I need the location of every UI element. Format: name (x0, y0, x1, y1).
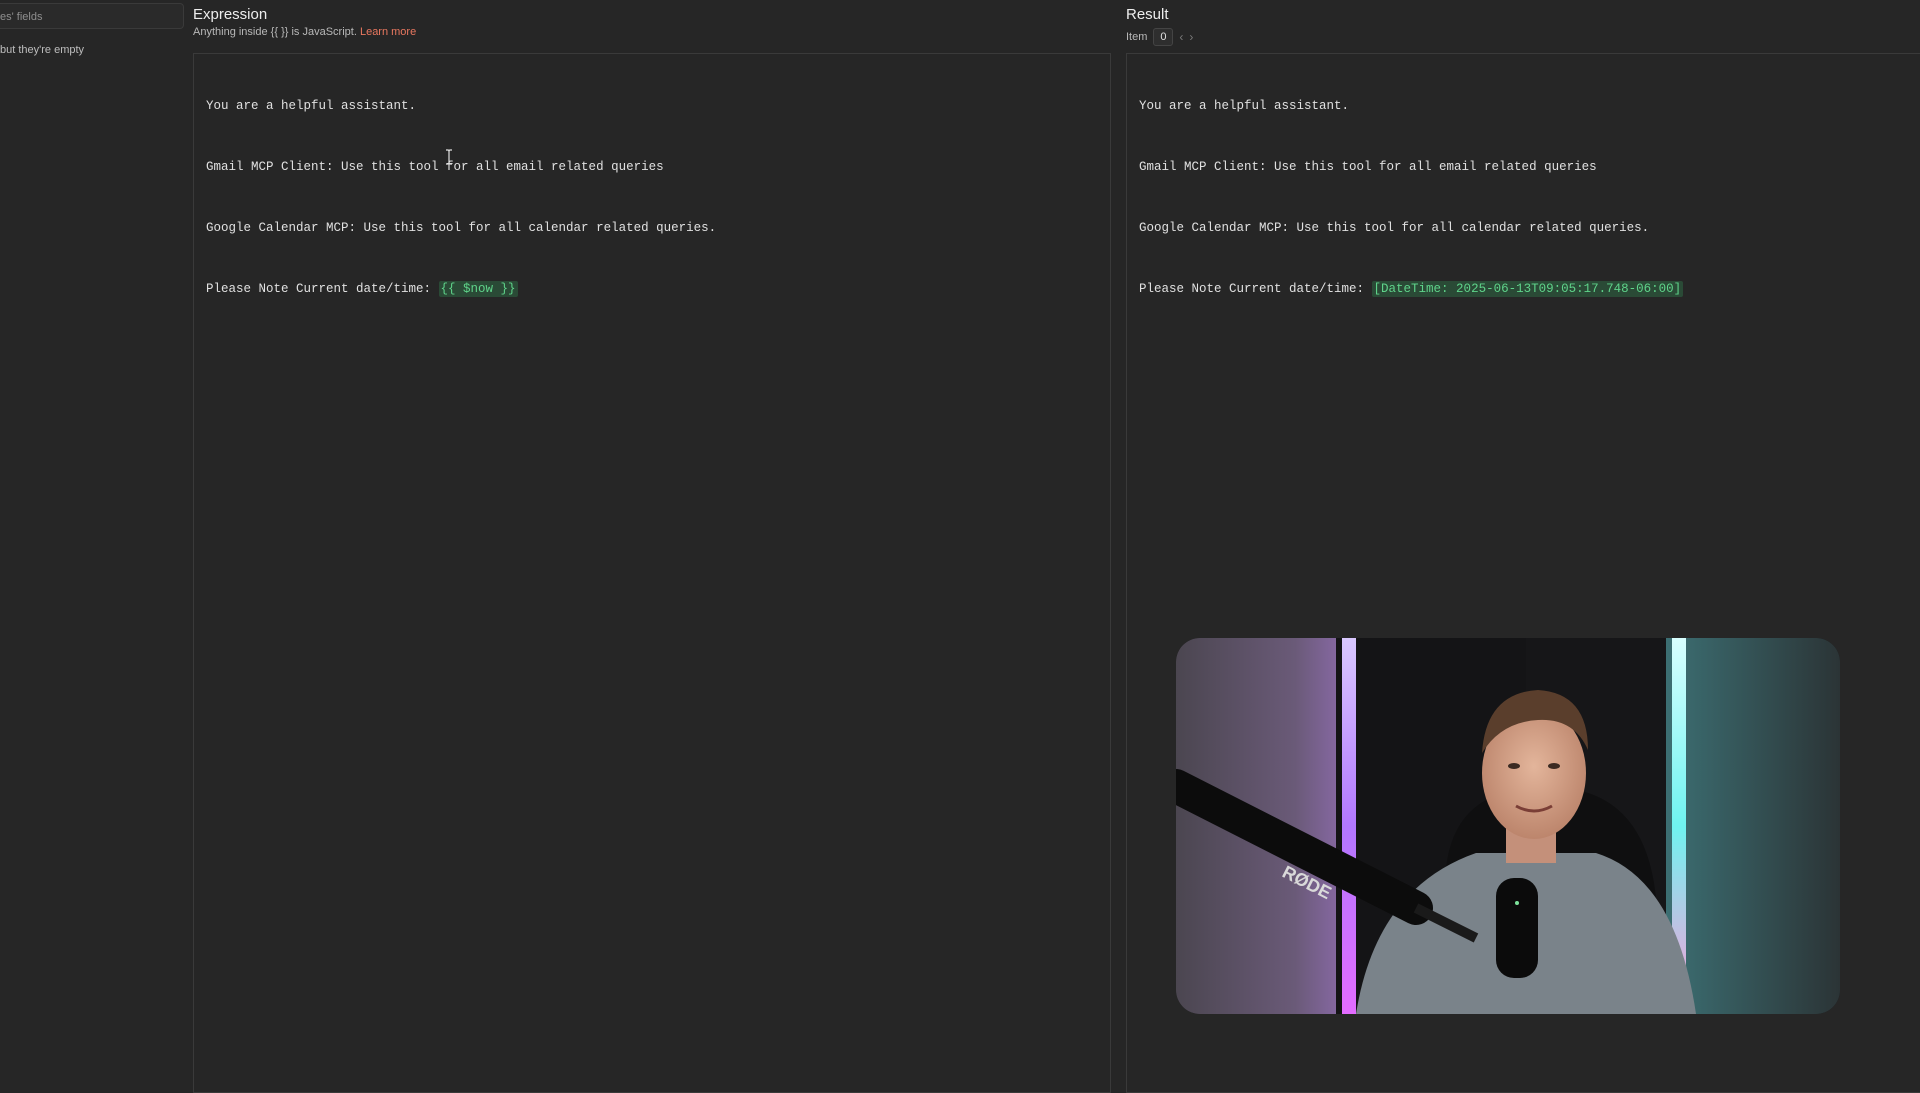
now-expression-token: {{ $now }} (438, 281, 518, 297)
sidebar: es' fields but they're empty (0, 0, 188, 1080)
result-code: You are a helpful assistant. Gmail MCP C… (1139, 62, 1684, 334)
fields-search-input[interactable]: es' fields (0, 3, 184, 29)
datetime-result-token: [DateTime: 2025-06-13T09:05:17.748-06:00… (1371, 281, 1684, 297)
empty-fields-note: but they're empty (0, 44, 85, 56)
expression-title: Expression (193, 6, 268, 23)
text-cursor-icon (446, 149, 452, 165)
result-line: Google Calendar MCP: Use this tool for a… (1139, 221, 1650, 235)
result-line: You are a helpful assistant. (1139, 99, 1350, 113)
expression-hint-text: Anything inside {{ }} is JavaScript. (193, 26, 357, 38)
expression-line-text: Please Note Current date/time: (206, 282, 439, 296)
expression-line: Gmail MCP Client: Use this tool for all … (206, 160, 664, 174)
expression-line: You are a helpful assistant. (206, 99, 417, 113)
result-line: Gmail MCP Client: Use this tool for all … (1139, 160, 1597, 174)
result-line-text: Please Note Current date/time: (1139, 282, 1372, 296)
expression-line: Google Calendar MCP: Use this tool for a… (206, 221, 717, 235)
expression-line: Please Note Current date/time: {{ $now }… (206, 273, 716, 306)
chevron-right-icon[interactable]: › (1189, 30, 1193, 44)
result-line: Please Note Current date/time: [DateTime… (1139, 273, 1684, 306)
expression-editor[interactable]: You are a helpful assistant. Gmail MCP C… (193, 53, 1111, 1093)
expression-code: You are a helpful assistant. Gmail MCP C… (206, 62, 716, 334)
result-title: Result (1126, 6, 1169, 23)
chevron-left-icon[interactable]: ‹ (1179, 30, 1183, 44)
expression-hint: Anything inside {{ }} is JavaScript. Lea… (193, 26, 416, 38)
item-index-input[interactable]: 0 (1153, 28, 1174, 46)
item-label: Item (1126, 31, 1148, 43)
learn-more-link[interactable]: Learn more (360, 26, 416, 38)
presenter-video-frame: RØDE (1176, 638, 1840, 1014)
webcam-overlay: RØDE (1176, 638, 1840, 1014)
item-navigator: Item 0 ‹ › (1126, 28, 1193, 46)
